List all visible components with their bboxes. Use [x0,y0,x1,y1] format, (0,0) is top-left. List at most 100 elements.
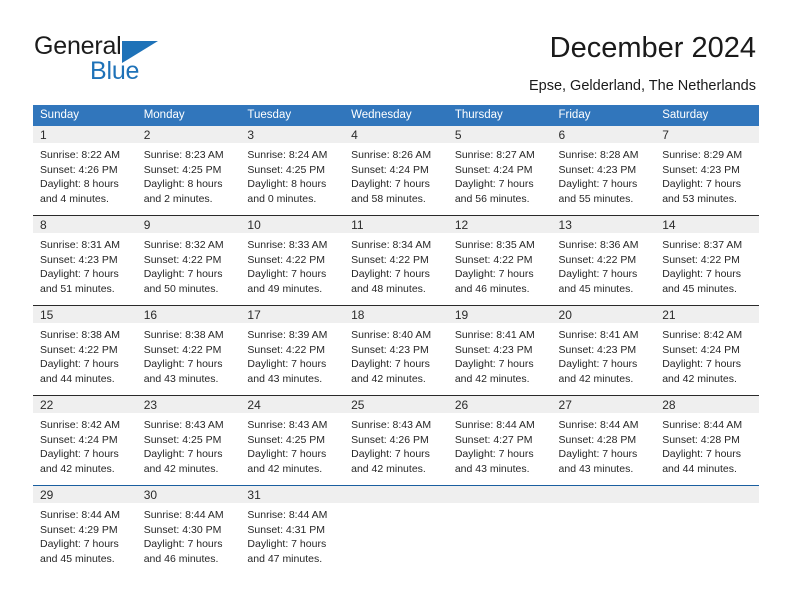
day-number: 17 [240,306,345,323]
day-details: Sunrise: 8:42 AM Sunset: 4:24 PM Dayligh… [655,323,759,386]
daylight-text-line2: and 45 minutes. [40,552,115,565]
daylight-text-line2: and 46 minutes. [454,282,530,295]
calendar-day-cell[interactable]: 21 Sunrise: 8:42 AM Sunset: 4:24 PM Dayl… [655,305,759,396]
sunset-text: Sunset: 4:22 PM [454,253,533,266]
weekday-header-saturday: Saturday [655,105,759,126]
calendar-day-cell[interactable]: 6 Sunrise: 8:28 AM Sunset: 4:23 PM Dayli… [551,126,656,216]
day-number: 13 [551,216,656,233]
sunrise-text: Sunrise: 8:44 AM [247,509,328,521]
sunset-text: Sunset: 4:22 PM [143,343,222,356]
day-details: Sunrise: 8:44 AM Sunset: 4:31 PM Dayligh… [240,503,344,566]
calendar-day-cell[interactable]: 22 Sunrise: 8:42 AM Sunset: 4:24 PM Dayl… [33,395,137,486]
daylight-text-line1: Daylight: 7 hours [454,358,534,370]
calendar-day-cell[interactable]: 23 Sunrise: 8:43 AM Sunset: 4:25 PM Dayl… [136,395,241,486]
calendar-day-cell[interactable]: 14 Sunrise: 8:37 AM Sunset: 4:22 PM Dayl… [655,215,759,306]
daylight-text-line1: Daylight: 7 hours [662,268,742,280]
sunset-text: Sunset: 4:25 PM [143,433,222,446]
sunrise-text: Sunrise: 8:44 AM [454,419,535,431]
calendar-week-row: 1 Sunrise: 8:22 AM Sunset: 4:26 PM Dayli… [33,126,759,216]
calendar-day-cell[interactable]: 4 Sunrise: 8:26 AM Sunset: 4:24 PM Dayli… [344,126,448,216]
calendar-day-cell[interactable]: 2 Sunrise: 8:23 AM Sunset: 4:25 PM Dayli… [136,126,241,216]
sunset-text: Sunset: 4:22 PM [247,253,326,266]
calendar-day-cell[interactable]: 11 Sunrise: 8:34 AM Sunset: 4:22 PM Dayl… [344,215,448,306]
daylight-text-line1: Daylight: 8 hours [40,178,119,190]
sunrise-text: Sunrise: 8:43 AM [351,419,432,431]
calendar-day-cell[interactable]: 20 Sunrise: 8:41 AM Sunset: 4:23 PM Dayl… [551,305,656,396]
day-number: 21 [655,306,759,323]
calendar-day-cell-empty [344,485,448,580]
daylight-text-line2: and 42 minutes. [351,372,426,385]
day-number: 6 [551,126,656,143]
day-details: Sunrise: 8:41 AM Sunset: 4:23 PM Dayligh… [448,323,552,386]
calendar-day-cell[interactable]: 7 Sunrise: 8:29 AM Sunset: 4:23 PM Dayli… [655,126,759,216]
sunrise-text: Sunrise: 8:26 AM [351,149,432,161]
sunset-text: Sunset: 4:23 PM [558,343,637,356]
calendar-day-cell[interactable]: 12 Sunrise: 8:35 AM Sunset: 4:22 PM Dayl… [447,215,552,306]
day-details: Sunrise: 8:44 AM Sunset: 4:27 PM Dayligh… [448,413,552,476]
daylight-text-line1: Daylight: 7 hours [662,178,742,190]
day-number: 9 [136,216,241,233]
daylight-text-line1: Daylight: 7 hours [454,268,534,280]
day-details: Sunrise: 8:38 AM Sunset: 4:22 PM Dayligh… [137,323,241,386]
sunset-text: Sunset: 4:23 PM [40,253,118,266]
day-details: Sunrise: 8:43 AM Sunset: 4:26 PM Dayligh… [344,413,448,476]
calendar-day-cell[interactable]: 16 Sunrise: 8:38 AM Sunset: 4:22 PM Dayl… [136,305,241,396]
calendar-day-cell[interactable]: 26 Sunrise: 8:44 AM Sunset: 4:27 PM Dayl… [447,395,552,486]
calendar-day-cell[interactable]: 27 Sunrise: 8:44 AM Sunset: 4:28 PM Dayl… [551,395,656,486]
calendar-day-cell[interactable]: 8 Sunrise: 8:31 AM Sunset: 4:23 PM Dayli… [33,215,137,306]
daylight-text-line2: and 42 minutes. [351,462,426,475]
daylight-text-line1: Daylight: 7 hours [351,268,430,280]
daylight-text-line1: Daylight: 7 hours [247,268,327,280]
calendar-day-cell[interactable]: 10 Sunrise: 8:33 AM Sunset: 4:22 PM Dayl… [240,215,345,306]
day-number: 20 [551,306,656,323]
calendar-day-cell[interactable]: 5 Sunrise: 8:27 AM Sunset: 4:24 PM Dayli… [447,126,552,216]
calendar-week-row: 22 Sunrise: 8:42 AM Sunset: 4:24 PM Dayl… [33,395,759,486]
calendar-day-cell[interactable]: 30 Sunrise: 8:44 AM Sunset: 4:30 PM Dayl… [136,485,241,580]
calendar-day-cell[interactable]: 15 Sunrise: 8:38 AM Sunset: 4:22 PM Dayl… [33,305,137,396]
calendar-body: 1 Sunrise: 8:22 AM Sunset: 4:26 PM Dayli… [33,126,759,580]
day-number: 26 [447,396,552,413]
logo-text-blue: Blue [90,57,140,85]
calendar-day-cell[interactable]: 29 Sunrise: 8:44 AM Sunset: 4:29 PM Dayl… [33,485,137,580]
daylight-text-line2: and 58 minutes. [351,192,426,205]
daylight-text-line1: Daylight: 7 hours [40,448,119,460]
calendar-day-cell[interactable]: 1 Sunrise: 8:22 AM Sunset: 4:26 PM Dayli… [33,126,137,216]
calendar-day-cell[interactable]: 17 Sunrise: 8:39 AM Sunset: 4:22 PM Dayl… [240,305,345,396]
daylight-text-line1: Daylight: 7 hours [247,448,327,460]
weekday-header-wednesday: Wednesday [344,105,448,126]
sunset-text: Sunset: 4:23 PM [454,343,533,356]
calendar-day-cell[interactable]: 25 Sunrise: 8:43 AM Sunset: 4:26 PM Dayl… [344,395,448,486]
day-number [655,486,759,503]
calendar-day-cell-empty [447,485,552,580]
sunset-text: Sunset: 4:23 PM [558,163,637,176]
daylight-text-line1: Daylight: 7 hours [40,268,119,280]
sunrise-text: Sunrise: 8:28 AM [558,149,639,161]
sunrise-text: Sunrise: 8:29 AM [662,149,743,161]
calendar-day-cell[interactable]: 28 Sunrise: 8:44 AM Sunset: 4:28 PM Dayl… [655,395,759,486]
sunrise-text: Sunrise: 8:34 AM [351,239,432,251]
calendar-day-cell[interactable]: 24 Sunrise: 8:43 AM Sunset: 4:25 PM Dayl… [240,395,345,486]
sunrise-text: Sunrise: 8:32 AM [143,239,224,251]
day-number: 16 [136,306,241,323]
daylight-text-line1: Daylight: 7 hours [454,448,534,460]
calendar-day-cell[interactable]: 9 Sunrise: 8:32 AM Sunset: 4:22 PM Dayli… [136,215,241,306]
daylight-text-line2: and 51 minutes. [40,282,115,295]
calendar-day-cell[interactable]: 19 Sunrise: 8:41 AM Sunset: 4:23 PM Dayl… [447,305,552,396]
calendar-day-cell[interactable]: 18 Sunrise: 8:40 AM Sunset: 4:23 PM Dayl… [344,305,448,396]
calendar-day-cell[interactable]: 13 Sunrise: 8:36 AM Sunset: 4:22 PM Dayl… [551,215,656,306]
sunrise-text: Sunrise: 8:43 AM [143,419,224,431]
weekday-header-tuesday: Tuesday [240,105,345,126]
daylight-text-line1: Daylight: 7 hours [247,538,327,550]
calendar-week-row: 15 Sunrise: 8:38 AM Sunset: 4:22 PM Dayl… [33,305,759,396]
calendar-day-cell[interactable]: 3 Sunrise: 8:24 AM Sunset: 4:25 PM Dayli… [240,126,345,216]
weekday-header-thursday: Thursday [447,105,552,126]
calendar-day-cell[interactable]: 31 Sunrise: 8:44 AM Sunset: 4:31 PM Dayl… [240,485,345,580]
sunset-text: Sunset: 4:25 PM [143,163,222,176]
day-number: 10 [240,216,345,233]
day-details: Sunrise: 8:23 AM Sunset: 4:25 PM Dayligh… [137,143,241,206]
sunrise-text: Sunrise: 8:44 AM [143,509,224,521]
sunset-text: Sunset: 4:24 PM [351,163,429,176]
day-number: 2 [136,126,241,143]
sunrise-text: Sunrise: 8:33 AM [247,239,328,251]
day-details: Sunrise: 8:40 AM Sunset: 4:23 PM Dayligh… [344,323,448,386]
